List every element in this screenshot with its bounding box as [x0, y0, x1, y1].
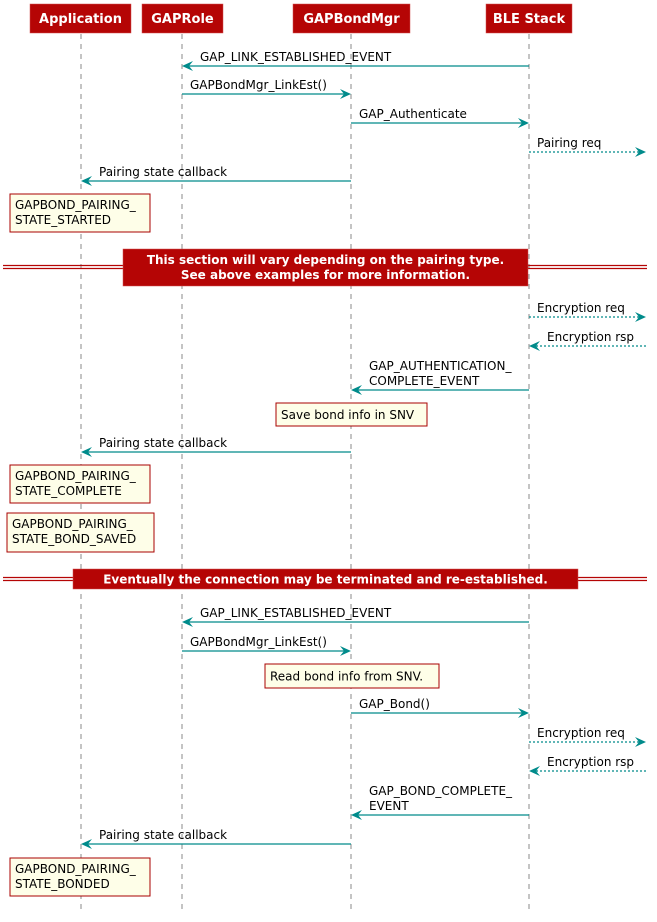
note: Read bond info from SNV. — [264, 663, 440, 689]
message-label: EVENT — [369, 799, 409, 813]
sequence-diagram: Application GAPRole GAPBondMgr BLE Stack GAP… — [3, 3, 647, 912]
message-label: GAP_LINK_ESTABLISHED_EVENT — [200, 606, 392, 620]
participant-label: GAPBondMgr — [303, 12, 400, 27]
message-arrow: GAP_Authenticate — [351, 107, 529, 128]
message-arrow: GAP_LINK_ESTABLISHED_EVENT — [182, 606, 529, 627]
message-label: COMPLETE_EVENT — [369, 374, 480, 388]
participant-label: GAPRole — [151, 12, 214, 27]
arrowhead-icon — [635, 312, 646, 322]
participant-gaprole: GAPRole — [141, 3, 224, 34]
note-text: GAPBOND_PAIRING_ — [15, 198, 137, 212]
message-label: Pairing state callback — [99, 828, 227, 842]
message-label: GAP_Authenticate — [359, 107, 467, 121]
note: GAPBOND_PAIRING_STATE_BONDED — [9, 857, 151, 897]
message-arrow: Encryption rsp — [529, 330, 646, 351]
note-text: GAPBOND_PAIRING_ — [12, 517, 134, 531]
message-arrow: GAPBondMgr_LinkEst() — [182, 78, 351, 99]
section-divider: Eventually the connection may be termina… — [3, 568, 647, 590]
participant-label: BLE Stack — [493, 12, 566, 27]
message-label: GAP_AUTHENTICATION_ — [369, 359, 512, 373]
note-text: STATE_STARTED — [15, 213, 111, 227]
message-arrow: Pairing state callback — [81, 828, 351, 849]
message-arrow: Pairing state callback — [81, 165, 351, 186]
message-label: GAPBondMgr_LinkEst() — [190, 635, 327, 649]
note-text: Save bond info in SNV — [281, 408, 415, 422]
message-arrow: Encryption rsp — [529, 755, 646, 776]
participant-stack: BLE Stack — [485, 3, 573, 34]
divider-text: This section will vary depending on the … — [147, 253, 504, 267]
message-label: GAPBondMgr_LinkEst() — [190, 78, 327, 92]
arrowhead-icon — [635, 737, 646, 747]
note-text: GAPBOND_PAIRING_ — [15, 862, 137, 876]
note-text: STATE_BOND_SAVED — [12, 532, 136, 546]
message-arrow: Encryption req — [529, 301, 646, 322]
message-arrow: Pairing state callback — [81, 436, 351, 457]
message-arrow: Encryption req — [529, 726, 646, 747]
message-label: GAP_LINK_ESTABLISHED_EVENT — [200, 50, 392, 64]
message-label: Encryption req — [537, 301, 625, 315]
message-arrow: GAPBondMgr_LinkEst() — [182, 635, 351, 656]
divider-text: Eventually the connection may be termina… — [103, 573, 548, 587]
note: GAPBOND_PAIRING_STATE_STARTED — [9, 193, 151, 233]
note: GAPBOND_PAIRING_STATE_COMPLETE — [9, 464, 151, 504]
note-text: STATE_COMPLETE — [15, 484, 122, 498]
message-label: GAP_Bond() — [359, 697, 430, 711]
message-label: Pairing req — [537, 136, 601, 150]
participant-label: Application — [39, 12, 122, 27]
note-text: STATE_BONDED — [15, 877, 110, 891]
note: Save bond info in SNV — [275, 402, 428, 427]
message-label: Pairing state callback — [99, 165, 227, 179]
note: GAPBOND_PAIRING_STATE_BOND_SAVED — [6, 512, 155, 553]
note-text: GAPBOND_PAIRING_ — [15, 469, 137, 483]
arrowhead-icon — [529, 341, 540, 351]
participant-app: Application — [29, 3, 132, 34]
message-label: Encryption req — [537, 726, 625, 740]
message-arrow: GAP_BOND_COMPLETE_EVENT — [351, 784, 529, 820]
message-arrow: GAP_Bond() — [351, 697, 529, 718]
message-label: GAP_BOND_COMPLETE_ — [369, 784, 513, 798]
message-label: Encryption rsp — [547, 330, 634, 344]
note-text: Read bond info from SNV. — [270, 670, 423, 684]
divider-text: See above examples for more information. — [181, 268, 470, 282]
message-label: Pairing state callback — [99, 436, 227, 450]
arrowhead-icon — [635, 147, 646, 157]
section-divider: This section will vary depending on the … — [3, 248, 647, 287]
participant-bondmgr: GAPBondMgr — [292, 3, 411, 34]
message-arrow: GAP_LINK_ESTABLISHED_EVENT — [182, 50, 529, 71]
message-arrow: GAP_AUTHENTICATION_COMPLETE_EVENT — [351, 359, 529, 395]
message-label: Encryption rsp — [547, 755, 634, 769]
message-arrow: Pairing req — [529, 136, 646, 157]
arrowhead-icon — [529, 766, 540, 776]
